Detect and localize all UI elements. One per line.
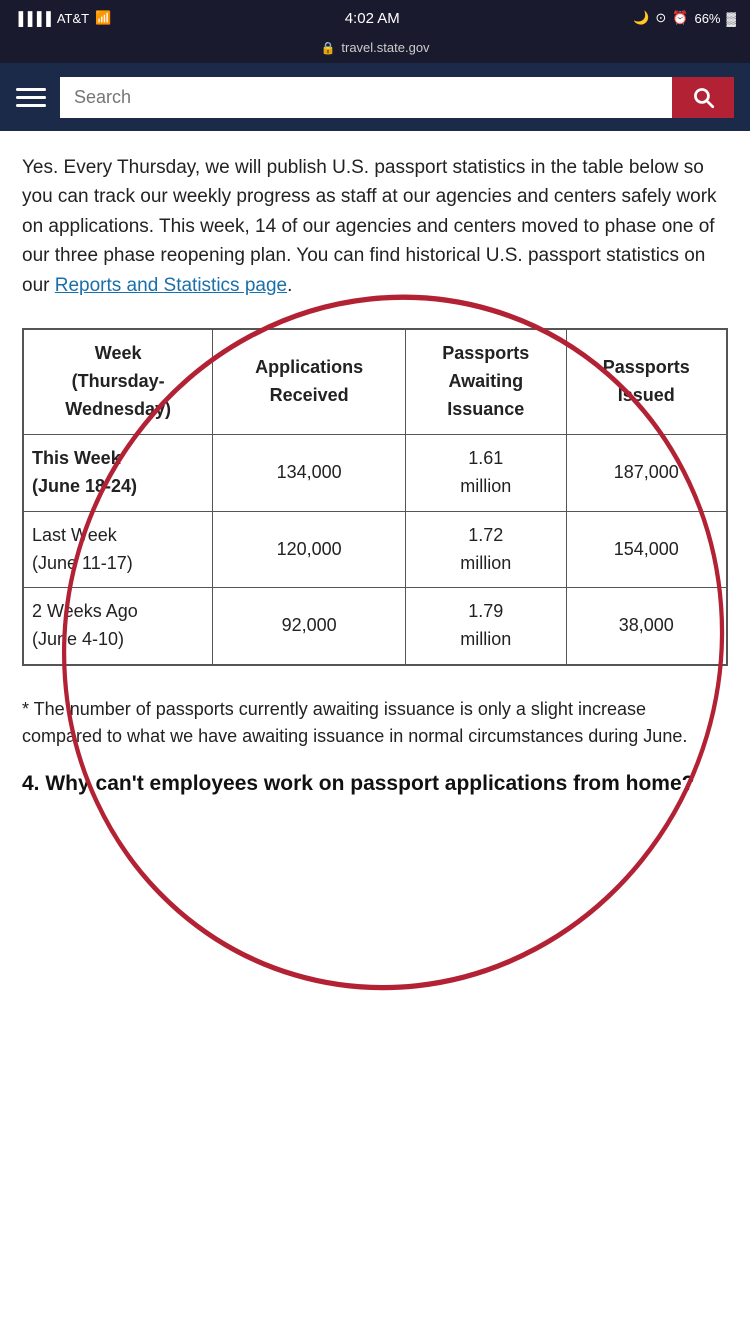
week-cell: This Week(June 18-24) bbox=[24, 434, 213, 511]
issued-cell: 154,000 bbox=[566, 511, 726, 588]
table-annotation-wrapper: Week(Thursday-Wednesday) ApplicationsRec… bbox=[22, 318, 728, 686]
search-container bbox=[60, 77, 734, 118]
search-input[interactable] bbox=[60, 77, 672, 118]
battery-icon: ▓ bbox=[727, 11, 736, 26]
alarm-icon: ⏰ bbox=[672, 10, 688, 26]
status-bar: ▐▐▐▐ AT&T 📶 4:02 AM 🌙 ⊙ ⏰ 66% ▓ bbox=[0, 0, 750, 36]
status-right: 🌙 ⊙ ⏰ 66% ▓ bbox=[633, 10, 736, 26]
section-heading: 4. Why can't employees work on passport … bbox=[22, 768, 728, 801]
battery-label: 66% bbox=[694, 11, 720, 26]
url-display: travel.state.gov bbox=[341, 40, 429, 55]
table-header-row: Week(Thursday-Wednesday) ApplicationsRec… bbox=[24, 330, 727, 435]
intro-paragraph: Yes. Every Thursday, we will publish U.S… bbox=[22, 153, 728, 300]
hamburger-line-3 bbox=[16, 104, 46, 107]
col-issued-header: PassportsIssued bbox=[566, 330, 726, 435]
applications-cell: 134,000 bbox=[213, 434, 406, 511]
awaiting-cell: 1.61million bbox=[406, 434, 566, 511]
col-awaiting-header: PassportsAwaitingIssuance bbox=[406, 330, 566, 435]
week-cell: 2 Weeks Ago(June 4-10) bbox=[24, 588, 213, 665]
issued-cell: 187,000 bbox=[566, 434, 726, 511]
passport-table-wrapper: Week(Thursday-Wednesday) ApplicationsRec… bbox=[22, 328, 728, 666]
moon-icon: 🌙 bbox=[633, 10, 649, 26]
table-row: Last Week(June 11-17) 120,000 1.72millio… bbox=[24, 511, 727, 588]
awaiting-cell: 1.72million bbox=[406, 511, 566, 588]
address-bar: 🔒 travel.state.gov bbox=[0, 36, 750, 63]
col-week-header: Week(Thursday-Wednesday) bbox=[24, 330, 213, 435]
nav-bar bbox=[0, 63, 750, 131]
col-applications-header: ApplicationsReceived bbox=[213, 330, 406, 435]
carrier-label: AT&T bbox=[57, 11, 89, 26]
awaiting-cell: 1.79million bbox=[406, 588, 566, 665]
applications-cell: 120,000 bbox=[213, 511, 406, 588]
hamburger-menu[interactable] bbox=[16, 88, 46, 107]
table-row: 2 Weeks Ago(June 4-10) 92,000 1.79millio… bbox=[24, 588, 727, 665]
lock-icon: 🔒 bbox=[320, 41, 335, 55]
time-display: 4:02 AM bbox=[345, 10, 400, 27]
location-icon: ⊙ bbox=[655, 10, 666, 26]
search-icon bbox=[690, 84, 716, 110]
footnote-text: * The number of passports currently awai… bbox=[22, 696, 728, 750]
status-left: ▐▐▐▐ AT&T 📶 bbox=[14, 10, 111, 26]
reports-link[interactable]: Reports and Statistics page bbox=[55, 275, 287, 296]
table-row: This Week(June 18-24) 134,000 1.61millio… bbox=[24, 434, 727, 511]
wifi-icon: 📶 bbox=[95, 10, 111, 26]
applications-cell: 92,000 bbox=[213, 588, 406, 665]
signal-icon: ▐▐▐▐ bbox=[14, 11, 51, 26]
main-content: Yes. Every Thursday, we will publish U.S… bbox=[0, 131, 750, 828]
hamburger-line-1 bbox=[16, 88, 46, 91]
week-cell: Last Week(June 11-17) bbox=[24, 511, 213, 588]
search-button[interactable] bbox=[672, 77, 734, 118]
issued-cell: 38,000 bbox=[566, 588, 726, 665]
hamburger-line-2 bbox=[16, 96, 46, 99]
passport-table: Week(Thursday-Wednesday) ApplicationsRec… bbox=[23, 329, 727, 665]
